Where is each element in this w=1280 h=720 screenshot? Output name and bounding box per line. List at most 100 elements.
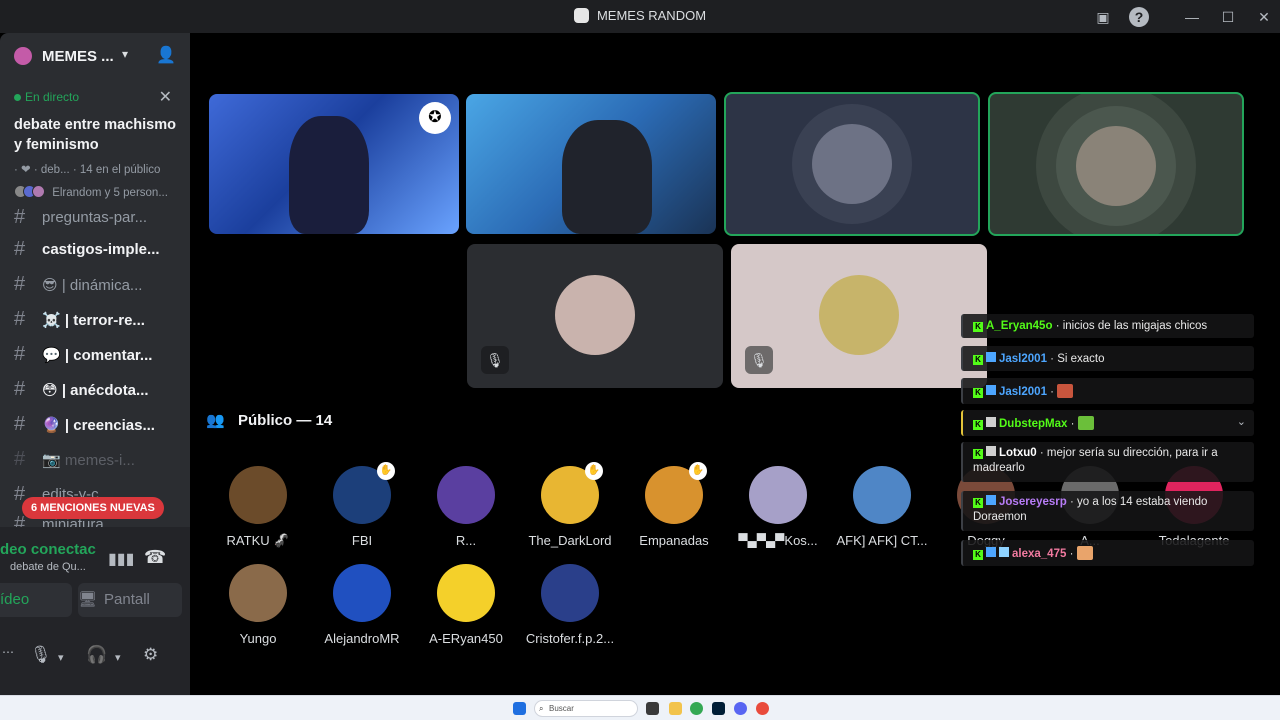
- more-icon[interactable]: ⋯: [2, 645, 14, 659]
- headphones-icon[interactable]: 🎧: [86, 645, 107, 665]
- screen-share-button[interactable]: 🖥 Pantall: [78, 583, 182, 617]
- avatar: [437, 564, 495, 622]
- photoshop-icon[interactable]: [712, 702, 725, 715]
- window-title: MEMES RANDOM: [0, 8, 1280, 23]
- avatar: [541, 564, 599, 622]
- server-icon: [14, 47, 32, 65]
- kick-badge-icon: K: [973, 388, 983, 398]
- server-header[interactable]: MEMES ... ▾ 👤: [0, 33, 190, 81]
- audience-member[interactable]: R...: [416, 466, 516, 548]
- live-stage-card[interactable]: En directo ✕ debate entre machismo y fem…: [4, 83, 186, 203]
- audience-member[interactable]: AlejandroMR: [312, 564, 412, 646]
- signal-icon[interactable]: ▮▮▮: [108, 549, 134, 569]
- chat-message: K Josereyesrp · yo a los 14 estaba viendo…: [961, 491, 1254, 531]
- microphone-icon[interactable]: 🎙: [30, 645, 52, 665]
- disconnect-icon[interactable]: ☎: [144, 547, 166, 568]
- voice-status[interactable]: deo conectac: [0, 541, 96, 558]
- kick-badge-icon: K: [973, 498, 983, 508]
- audience-member[interactable]: RATKU 🦨: [208, 466, 308, 549]
- raised-hand-icon: ✋: [689, 462, 707, 480]
- avatar: [812, 124, 892, 204]
- invite-people-icon[interactable]: 👤: [156, 45, 176, 65]
- app-icon[interactable]: [756, 702, 769, 715]
- subscriber-badge-icon: [986, 547, 996, 557]
- avatar: ✋: [645, 462, 707, 524]
- chevron-down-icon[interactable]: ▾: [58, 651, 64, 664]
- speaker-avatar-tile[interactable]: 🎙: [731, 244, 987, 388]
- task-view-icon[interactable]: [646, 702, 659, 715]
- voice-channel-name[interactable]: debate de Qu...: [10, 561, 86, 573]
- speaker-video-tile[interactable]: [466, 94, 716, 234]
- speaker-avatar-tile[interactable]: [988, 92, 1244, 236]
- raised-hand-icon: ✋: [585, 462, 603, 480]
- channel-item[interactable]: # ☠️ | terror-re...: [0, 304, 190, 334]
- audience-member[interactable]: A-ERyan450: [416, 564, 516, 646]
- kick-badge-icon: K: [973, 420, 983, 430]
- chat-message: K A_Eryan45o · inicios de las migajas chi…: [961, 314, 1254, 338]
- audience-member[interactable]: ✋ Empanadas: [624, 462, 724, 548]
- channel-item[interactable]: # castigos-imple...: [0, 234, 190, 264]
- moderator-badge-icon: ✪: [419, 102, 451, 134]
- audience-member[interactable]: ▀▄▀▄▀Kos...: [728, 466, 828, 548]
- subscriber-badge-icon: [986, 495, 996, 505]
- channel-item[interactable]: # 😳 | anécdota...: [0, 374, 190, 404]
- live-dot-icon: [14, 94, 21, 101]
- file-explorer-icon[interactable]: [669, 702, 682, 715]
- speaker-video-tile[interactable]: ✪: [209, 94, 459, 234]
- speaker-avatar-tile[interactable]: 🎙: [467, 244, 723, 388]
- channel-item[interactable]: # 📷 memes-i...: [0, 444, 190, 474]
- close-icon[interactable]: ✕: [159, 87, 172, 107]
- chevron-down-icon[interactable]: ▾: [115, 651, 121, 664]
- close-window-button[interactable]: ✕: [1254, 7, 1274, 27]
- channel-item[interactable]: # 💬 | comentar...: [0, 339, 190, 369]
- chat-message: K DubstepMax · ⌄: [961, 410, 1254, 436]
- server-name: MEMES ...: [42, 48, 114, 65]
- chrome-icon[interactable]: [690, 702, 703, 715]
- inbox-icon[interactable]: ▣: [1093, 7, 1113, 27]
- hash-icon: #: [14, 273, 26, 295]
- minimize-button[interactable]: —: [1182, 7, 1202, 27]
- channel-sidebar: MEMES ... ▾ 👤 En directo ✕ debate entre …: [0, 33, 190, 695]
- hash-icon: #: [14, 238, 26, 260]
- chevron-down-icon[interactable]: ⌄: [1237, 415, 1246, 428]
- avatar: [333, 564, 391, 622]
- subscriber-badge-icon: [986, 385, 996, 395]
- audience-header: 👥 Público — 14: [206, 412, 333, 429]
- settings-gear-icon[interactable]: ⚙: [143, 645, 158, 665]
- live-indicator: En directo: [14, 90, 79, 104]
- channel-item[interactable]: # 🔮 | creencias...: [0, 409, 190, 439]
- emote-icon: [1057, 384, 1074, 398]
- avatar: ✋: [541, 462, 603, 524]
- new-mentions-pill[interactable]: 6 MENCIONES NUEVAS: [22, 497, 164, 519]
- audience-member[interactable]: Yungo: [208, 564, 308, 646]
- avatar: [32, 185, 45, 198]
- voice-connection-panel: deo conectac debate de Qu... ▮▮▮ ☎ ídeo …: [0, 527, 190, 695]
- video-button[interactable]: ídeo: [0, 583, 72, 617]
- audience-member[interactable]: Cristofer.f.p.2...: [520, 564, 620, 646]
- audience-member[interactable]: ✋ FBI: [312, 462, 412, 548]
- hash-icon: #: [14, 206, 26, 228]
- taskbar-search[interactable]: ⌕ Buscar: [534, 700, 638, 717]
- video-person: [562, 120, 652, 234]
- start-menu-icon[interactable]: [513, 702, 526, 715]
- audience-member[interactable]: AFK] AFK] CT...: [832, 466, 932, 548]
- screen-share-icon: 🖥: [78, 591, 98, 608]
- speaker-avatar-tile[interactable]: [724, 92, 980, 236]
- chevron-down-icon[interactable]: ▾: [122, 47, 128, 61]
- channel-item[interactable]: # preguntas-par...: [0, 205, 190, 232]
- channel-item[interactable]: # 😎 | dinámica...: [0, 269, 190, 299]
- hash-icon: #: [14, 378, 26, 400]
- chat-message: K Jasl2001 ·: [961, 378, 1254, 404]
- avatar: [229, 466, 287, 524]
- mic-muted-icon: 🎙: [481, 346, 509, 374]
- maximize-button[interactable]: ☐: [1218, 7, 1238, 27]
- discord-icon[interactable]: [734, 702, 747, 715]
- subscriber-badge-icon: [986, 446, 996, 456]
- hash-icon: #: [14, 413, 26, 435]
- emote-icon: [1076, 546, 1093, 560]
- discord-app-icon: [573, 8, 589, 23]
- stage-listeners: Elrandom y 5 person...: [14, 185, 168, 199]
- audience-member[interactable]: ✋ The_DarkLord: [520, 462, 620, 548]
- help-icon[interactable]: ?: [1129, 7, 1149, 27]
- kick-badge-icon: K: [973, 322, 983, 332]
